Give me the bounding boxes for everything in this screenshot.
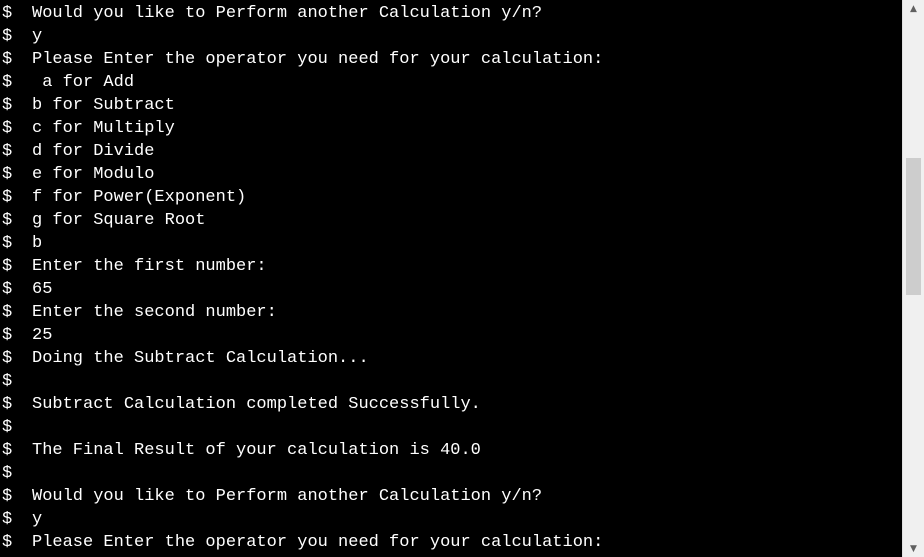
terminal-line: $ Please Enter the operator you need for … — [0, 531, 603, 554]
terminal-line: $ f for Power(Exponent) — [0, 186, 603, 209]
terminal-line-text: Would you like to Perform another Calcul… — [32, 4, 543, 23]
prompt-symbol: $ — [2, 349, 13, 368]
prompt-symbol: $ — [2, 119, 13, 138]
terminal-line-text: b for Subtract — [32, 96, 175, 115]
prompt-symbol: $ — [2, 165, 13, 184]
terminal-line-text: y — [32, 27, 43, 46]
prompt-symbol: $ — [2, 441, 13, 460]
terminal-line-text: 25 — [32, 326, 53, 345]
terminal-line: $ Subtract Calculation completed Successf… — [0, 393, 603, 416]
scroll-up-icon[interactable]: ▲ — [903, 0, 924, 17]
terminal-line: $ g for Square Root — [0, 209, 603, 232]
prompt-symbol: $ — [2, 188, 13, 207]
scroll-down-icon[interactable]: ▼ — [903, 540, 924, 557]
terminal-line: $ The Final Result of your calculation is… — [0, 439, 603, 462]
terminal-line: $ Doing the Subtract Calculation... — [0, 347, 603, 370]
terminal-line: $ — [0, 416, 603, 439]
prompt-symbol: $ — [2, 326, 13, 345]
terminal-line-text: Please Enter the operator you need for y… — [32, 533, 604, 552]
prompt-symbol: $ — [2, 234, 13, 253]
terminal-line-text: g for Square Root — [32, 211, 206, 230]
terminal-line-text: Doing the Subtract Calculation... — [32, 349, 369, 368]
scrollbar-thumb[interactable] — [906, 158, 921, 295]
prompt-symbol: $ — [2, 533, 13, 552]
terminal-line-text: f for Power(Exponent) — [32, 188, 247, 207]
terminal-line: $ a for Add — [0, 71, 603, 94]
terminal-line: $ b for Subtract — [0, 94, 603, 117]
terminal-lines: $ Would you like to Perform another Calcu… — [0, 2, 603, 554]
terminal-line: $ Enter the second number: — [0, 301, 603, 324]
terminal-line: $ y — [0, 25, 603, 48]
terminal-line: $ Would you like to Perform another Calcu… — [0, 2, 603, 25]
prompt-symbol: $ — [2, 73, 13, 92]
prompt-symbol: $ — [2, 464, 13, 483]
terminal-line-text: Please Enter the operator you need for y… — [32, 50, 604, 69]
terminal-line-text: Subtract Calculation completed Successfu… — [32, 395, 481, 414]
terminal-line-text: The Final Result of your calculation is … — [32, 441, 481, 460]
prompt-symbol: $ — [2, 372, 13, 391]
terminal-output[interactable]: $ Would you like to Perform another Calcu… — [0, 0, 902, 557]
prompt-symbol: $ — [2, 50, 13, 69]
prompt-symbol: $ — [2, 487, 13, 506]
terminal-line: $ — [0, 370, 603, 393]
terminal-line-text: c for Multiply — [32, 119, 175, 138]
prompt-symbol: $ — [2, 142, 13, 161]
terminal-line: $ c for Multiply — [0, 117, 603, 140]
terminal-line: $ b — [0, 232, 603, 255]
terminal-line-text: y — [32, 510, 43, 529]
terminal-line: $ d for Divide — [0, 140, 603, 163]
terminal-line-text: b — [32, 234, 43, 253]
prompt-symbol: $ — [2, 4, 13, 23]
prompt-symbol: $ — [2, 280, 13, 299]
terminal-line-text: a for Add — [32, 73, 135, 92]
terminal-line: $ y — [0, 508, 603, 531]
prompt-symbol: $ — [2, 303, 13, 322]
terminal-line: $ e for Modulo — [0, 163, 603, 186]
prompt-symbol: $ — [2, 395, 13, 414]
terminal-line: $ Please Enter the operator you need for … — [0, 48, 603, 71]
vertical-scrollbar[interactable]: ▲ ▼ — [902, 0, 924, 557]
terminal-line: $ — [0, 462, 603, 485]
terminal-line-text: Enter the second number: — [32, 303, 277, 322]
terminal-line-text: Would you like to Perform another Calcul… — [32, 487, 543, 506]
prompt-symbol: $ — [2, 211, 13, 230]
terminal-line-text: d for Divide — [32, 142, 155, 161]
prompt-symbol: $ — [2, 510, 13, 529]
prompt-symbol: $ — [2, 27, 13, 46]
terminal-line-text: e for Modulo — [32, 165, 155, 184]
terminal-line-text: 65 — [32, 280, 53, 299]
terminal-line: $65 — [0, 278, 603, 301]
prompt-symbol: $ — [2, 96, 13, 115]
terminal-line: $ Enter the first number: — [0, 255, 603, 278]
terminal-line: $ Would you like to Perform another Calcu… — [0, 485, 603, 508]
terminal-line: $25 — [0, 324, 603, 347]
terminal-line-text: Enter the first number: — [32, 257, 267, 276]
prompt-symbol: $ — [2, 257, 13, 276]
prompt-symbol: $ — [2, 418, 13, 437]
